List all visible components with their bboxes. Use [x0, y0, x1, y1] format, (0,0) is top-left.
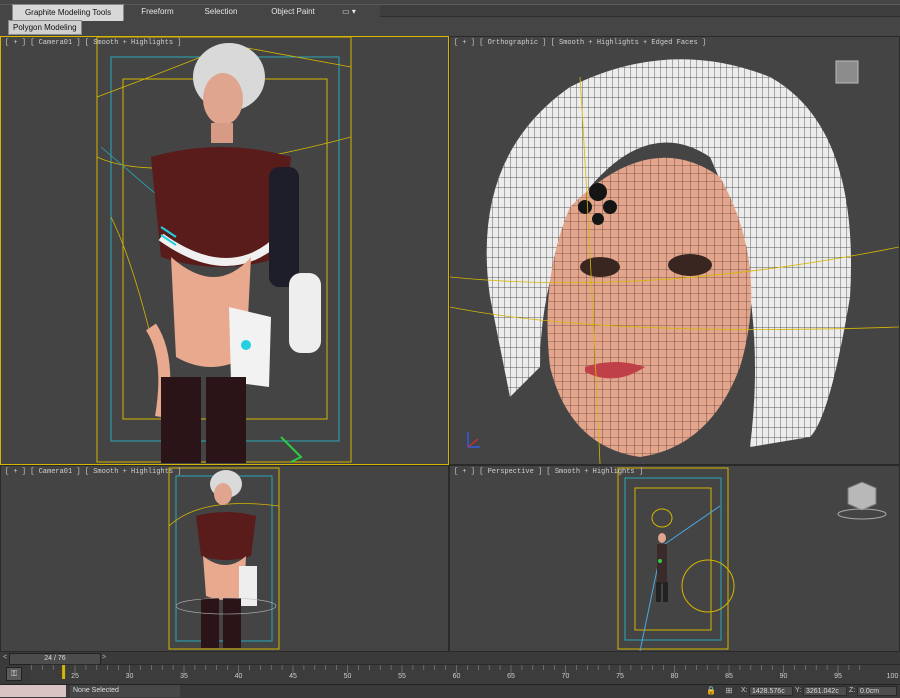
track-tick-label: 55: [392, 673, 412, 680]
track-tick-label: 70: [556, 673, 576, 680]
tab-selection[interactable]: Selection: [195, 4, 247, 20]
light-gizmo: [652, 509, 672, 527]
safe-frame-outer: [625, 478, 721, 640]
character-leg-left: [201, 598, 219, 648]
track-tick-label: 80: [665, 673, 685, 680]
viewport-label[interactable]: [ + ] [ Perspective ] [ Smooth + Highlig…: [454, 468, 643, 476]
character-face: [214, 483, 232, 505]
forehead-ornament: [589, 183, 607, 201]
light-gizmo: [682, 560, 734, 612]
viewport-scene: [450, 466, 899, 651]
axis-gizmo-icon: [468, 439, 478, 447]
tab-object-paint[interactable]: Object Paint: [262, 4, 324, 20]
viewport-scene: [1, 37, 448, 464]
track-tick-label: 25: [65, 673, 85, 680]
character-face: [658, 533, 666, 543]
viewport-scene: [450, 37, 899, 464]
safe-frame-inner: [635, 488, 711, 630]
tab-graphite-modeling-tools[interactable]: Graphite Modeling Tools: [12, 4, 124, 21]
forehead-ornament: [578, 200, 592, 214]
toggle-ribbon-icon[interactable]: ▭ ▾: [336, 4, 362, 20]
character-neck: [211, 123, 233, 143]
viewport-label[interactable]: [ + ] [ Orthographic ] [ Smooth + Highli…: [454, 39, 706, 47]
forehead-ornament: [592, 213, 604, 225]
character-sleeve: [269, 167, 299, 287]
maxscript-listener-mini[interactable]: [0, 685, 66, 697]
y-coordinate-field[interactable]: 3261.042c: [803, 686, 847, 696]
z-coordinate-field[interactable]: 0.0cm: [857, 686, 897, 696]
character-leg-left: [656, 582, 661, 602]
track-tick-label: 100: [883, 673, 900, 680]
absolute-mode-icon[interactable]: ⊞: [724, 686, 734, 696]
character-armor: [196, 512, 256, 560]
glow-detail: [241, 340, 251, 350]
track-tick-label: 90: [774, 673, 794, 680]
forehead-ornament: [603, 200, 617, 214]
character-leg-right: [663, 582, 668, 602]
light-spline: [111, 217, 151, 337]
track-tick-label: 50: [338, 673, 358, 680]
next-frame-button[interactable]: >: [99, 653, 109, 663]
z-label: Z:: [849, 686, 855, 696]
viewport-perspective[interactable]: [ + ] [ Perspective ] [ Smooth + Highlig…: [449, 465, 900, 652]
character-leg-left: [161, 377, 201, 463]
right-eye: [668, 254, 712, 276]
track-tick-label: 65: [501, 673, 521, 680]
track-tick-label: 35: [174, 673, 194, 680]
polygon-modeling-button[interactable]: Polygon Modeling: [8, 20, 82, 35]
tab-freeform[interactable]: Freeform: [130, 4, 185, 20]
character-face: [203, 73, 243, 125]
viewport-camera-top[interactable]: [ + ] [ Camera01 ] [ Smooth + Highlights…: [0, 36, 449, 465]
track-tick-label: 75: [610, 673, 630, 680]
key-filter-icon[interactable]: ⚿: [6, 667, 22, 681]
selection-status: None Selected: [70, 685, 180, 697]
character-leg-right: [206, 377, 246, 463]
viewcube-icon: [848, 482, 876, 510]
x-label: X:: [741, 686, 748, 696]
track-tick-label: 85: [719, 673, 739, 680]
character-forearm: [289, 273, 321, 353]
viewport-orthographic[interactable]: [ + ] [ Orthographic ] [ Smooth + Highli…: [449, 36, 900, 465]
viewport-label[interactable]: [ + ] [ Camera01 ] [ Smooth + Highlights…: [5, 39, 181, 47]
track-tick-label: 45: [283, 673, 303, 680]
track-tick-label: 30: [120, 673, 140, 680]
left-eye: [580, 257, 620, 277]
ribbon-tabbar: Graphite Modeling Tools Freeform Selecti…: [0, 4, 900, 20]
viewport-camera-bottom[interactable]: [ + ] [ Camera01 ] [ Smooth + Highlights…: [0, 465, 449, 652]
track-tick-label: 95: [828, 673, 848, 680]
helper-gizmo: [658, 559, 662, 563]
track-tick-label: 60: [447, 673, 467, 680]
viewcube-icon: [836, 61, 858, 83]
track-tick-label: 40: [229, 673, 249, 680]
viewport-label[interactable]: [ + ] [ Camera01 ] [ Smooth + Highlights…: [5, 468, 181, 476]
viewport-scene: [1, 466, 448, 651]
character-leg-right: [223, 598, 241, 648]
x-coordinate-field[interactable]: 1428.576c: [749, 686, 793, 696]
face-wireframe: [548, 158, 752, 457]
y-label: Y:: [795, 686, 801, 696]
lock-icon[interactable]: 🔒: [706, 686, 716, 696]
character-hip-plate: [239, 566, 257, 606]
character-body: [657, 544, 667, 584]
